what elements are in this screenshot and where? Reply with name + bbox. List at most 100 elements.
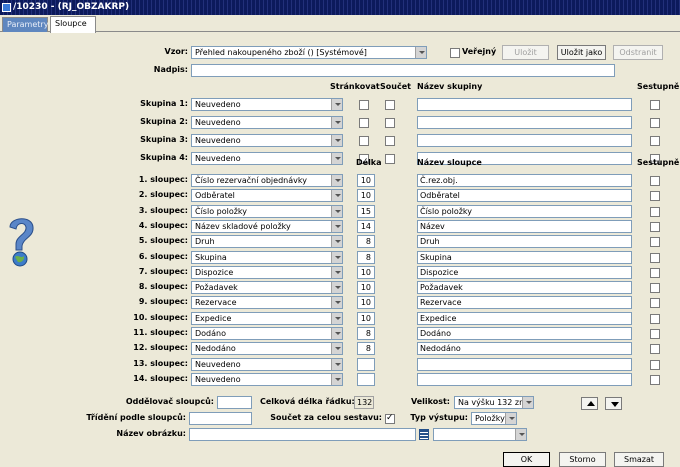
nazev-sloupce-input[interactable]: Požadavek	[417, 281, 632, 295]
tab-sloupce[interactable]: Sloupce	[50, 16, 96, 33]
sestupne-checkbox[interactable]	[650, 136, 660, 146]
nazev-sloupce-input[interactable]: Odběratel	[417, 189, 632, 203]
sestupne-checkbox[interactable]	[650, 267, 660, 278]
delka-input[interactable]: 10	[357, 189, 375, 203]
delka-input[interactable]: 8	[357, 327, 375, 340]
sestupne-checkbox[interactable]	[650, 313, 660, 324]
sloupec-select[interactable]: Expedice	[191, 311, 343, 325]
nazev-obrazku-input[interactable]	[189, 428, 416, 441]
sloupec-select[interactable]: Dodáno	[191, 327, 343, 340]
sloupec-select[interactable]: Název skladové položky	[191, 219, 343, 233]
sloupec-select-value: Číslo položky	[195, 206, 248, 216]
delka-input[interactable]: 10	[357, 265, 375, 279]
sestupne-checkbox[interactable]	[650, 100, 660, 110]
sloupec-select[interactable]: Neuvedeno	[191, 357, 343, 371]
soucet-checkbox[interactable]	[385, 118, 395, 128]
delka-header: Délka	[356, 158, 382, 167]
soucet-checkbox[interactable]	[385, 154, 395, 164]
trideni-input[interactable]	[189, 412, 252, 425]
delka-input[interactable]: 10	[357, 174, 375, 187]
soucet-sestavy-checkbox[interactable]	[385, 413, 395, 424]
sloupec-label: 7. sloupec:	[138, 266, 188, 276]
sestupne-checkbox[interactable]	[650, 191, 660, 202]
delka-input[interactable]: 10	[357, 311, 375, 325]
ok-button[interactable]: OK	[503, 452, 550, 467]
sestupne-checkbox[interactable]	[650, 176, 660, 186]
skupina-select[interactable]: Neuvedeno	[191, 134, 343, 147]
nadpis-input[interactable]	[191, 64, 615, 77]
delka-input[interactable]	[357, 357, 375, 371]
delka-input[interactable]: 10	[357, 281, 375, 295]
strankovat-checkbox[interactable]	[359, 118, 369, 128]
sestupne-checkbox[interactable]	[650, 252, 660, 263]
nazev-skupiny-input[interactable]	[417, 134, 632, 147]
nazev-sloupce-input[interactable]: Skupina	[417, 250, 632, 264]
soucet-checkbox[interactable]	[385, 100, 395, 110]
sestupne-checkbox[interactable]	[650, 283, 660, 294]
sestupne-checkbox[interactable]	[650, 374, 660, 385]
nazev-sloupce-input[interactable]	[417, 357, 632, 371]
delka-input[interactable]: 8	[357, 342, 375, 356]
sestupne-checkbox[interactable]	[650, 359, 660, 370]
sloupec-select[interactable]: Skupina	[191, 250, 343, 264]
nazev-sloupce-input[interactable]: Dodáno	[417, 327, 632, 340]
delka-input[interactable]: 8	[357, 250, 375, 264]
strankovat-checkbox[interactable]	[359, 136, 369, 146]
delka-input[interactable]: 15	[357, 204, 375, 218]
obrazek-select[interactable]	[433, 428, 527, 441]
sloupec-select[interactable]: Odběratel	[191, 189, 343, 203]
sestupne-checkbox[interactable]	[650, 298, 660, 309]
delka-input[interactable]: 8	[357, 235, 375, 249]
delka-input[interactable]: 14	[357, 219, 375, 233]
sloupec-select[interactable]: Číslo položky	[191, 204, 343, 218]
nazev-skupiny-input[interactable]	[417, 98, 632, 111]
sloupec-select[interactable]: Číslo rezervační objednávky	[191, 174, 343, 187]
tab-parametry[interactable]: Parametry	[2, 17, 48, 32]
soucet-checkbox[interactable]	[385, 136, 395, 146]
sestupne-checkbox[interactable]	[650, 329, 660, 339]
nazev-sloupce-input[interactable]: Nedodáno	[417, 342, 632, 356]
sloupec-select[interactable]: Rezervace	[191, 296, 343, 310]
oddelovac-input[interactable]	[217, 396, 252, 409]
nazev-sloupce-input[interactable]: Č.rez.obj.	[417, 174, 632, 187]
nazev-sloupce-input[interactable]: Druh	[417, 235, 632, 249]
sestupne-checkbox[interactable]	[650, 206, 660, 217]
sloupec-select[interactable]: Druh	[191, 235, 343, 249]
move-up-button[interactable]	[581, 397, 598, 410]
ulozit-button[interactable]: Uložit	[502, 45, 549, 60]
nazev-sloupce-input[interactable]: Rezervace	[417, 296, 632, 310]
delka-input[interactable]	[357, 372, 375, 386]
delka-input[interactable]: 10	[357, 296, 375, 310]
nazev-sloupce-input[interactable]: Název	[417, 219, 632, 233]
nazev-sloupce-input[interactable]: Dispozice	[417, 265, 632, 279]
vzor-select[interactable]: Přehled nakoupeného zboží () [Systémové]	[191, 46, 427, 59]
skupina-select[interactable]: Neuvedeno	[191, 152, 343, 165]
sloupec-select[interactable]: Nedodáno	[191, 342, 343, 356]
list-icon[interactable]	[419, 429, 429, 440]
typ-vystupu-value: Položky	[475, 414, 505, 423]
odstranit-button[interactable]: Odstranit	[613, 45, 663, 60]
skupina-select[interactable]: Neuvedeno	[191, 116, 343, 129]
velikost-select[interactable]: Na výšku 132 zn.	[454, 396, 534, 409]
sloupec-label: 13. sloupec:	[133, 358, 188, 368]
move-down-button[interactable]	[605, 397, 622, 410]
nazev-skupiny-input[interactable]	[417, 116, 632, 129]
sloupec-select[interactable]: Neuvedeno	[191, 372, 343, 386]
sestupne-checkbox[interactable]	[650, 221, 660, 232]
sestupne-checkbox[interactable]	[650, 344, 660, 355]
sestupne-checkbox[interactable]	[650, 118, 660, 128]
strankovat-checkbox[interactable]	[359, 100, 369, 110]
nazev-sloupce-input[interactable]	[417, 372, 632, 386]
typ-vystupu-select[interactable]: Položky	[471, 412, 517, 425]
smazat-button[interactable]: Smazat	[614, 452, 664, 467]
skupina-select[interactable]: Neuvedeno	[191, 98, 343, 111]
storno-button[interactable]: Storno	[559, 452, 606, 467]
nazev-sloupce-input[interactable]: Expedice	[417, 311, 632, 325]
chevron-down-icon	[331, 99, 342, 110]
ulozit-jako-button[interactable]: Uložit jako	[557, 45, 606, 60]
nazev-sloupce-input[interactable]: Číslo položky	[417, 204, 632, 218]
verejny-checkbox[interactable]	[450, 48, 460, 58]
sloupec-select[interactable]: Dispozice	[191, 265, 343, 279]
sestupne-checkbox[interactable]	[650, 237, 660, 248]
sloupec-select[interactable]: Požadavek	[191, 281, 343, 295]
